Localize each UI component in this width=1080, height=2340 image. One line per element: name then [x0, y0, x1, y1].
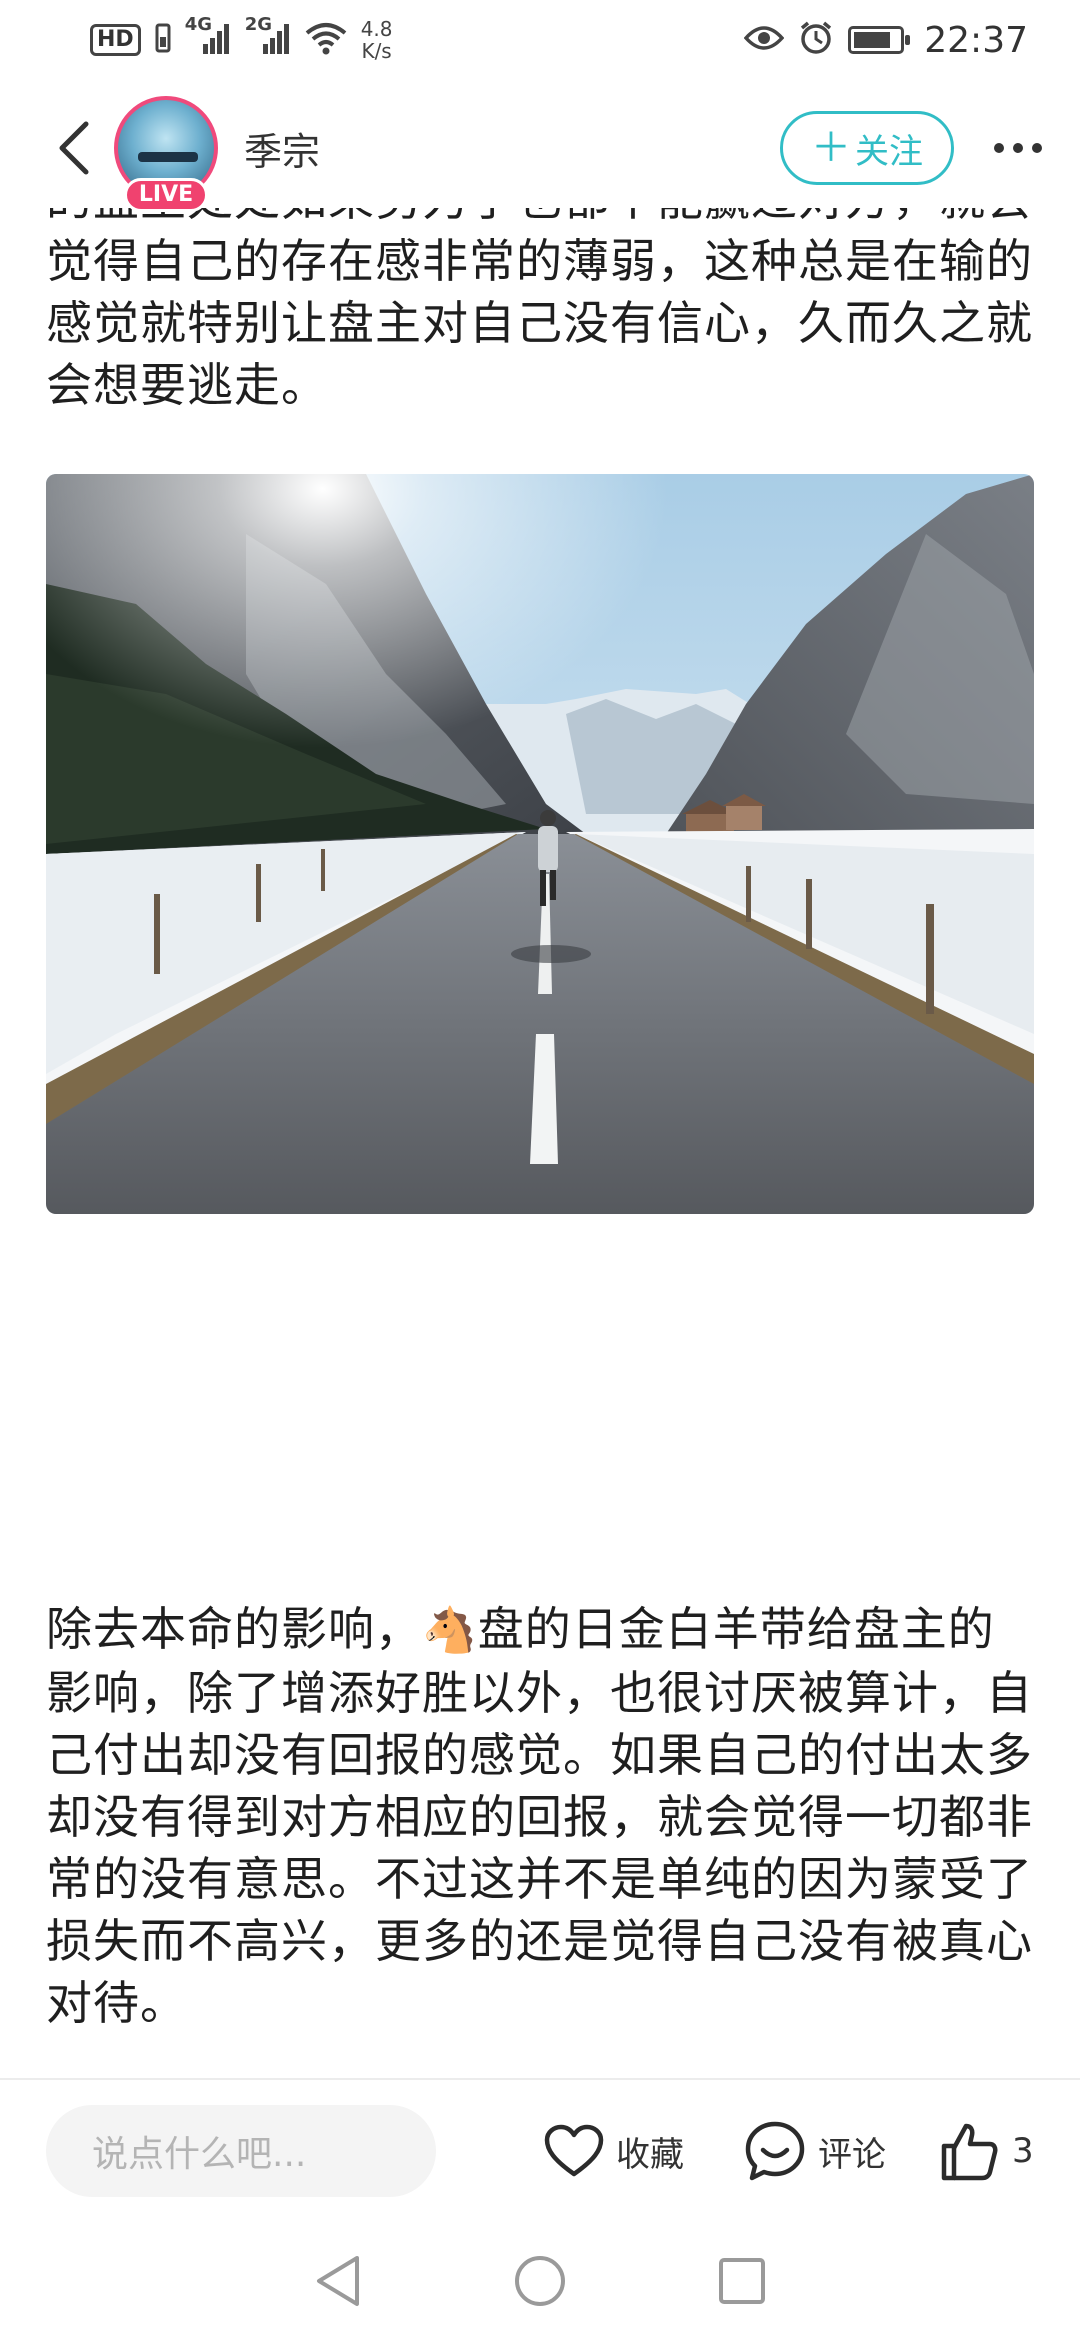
- heart-icon: [544, 2124, 604, 2177]
- sim2-label: 2G: [244, 14, 272, 35]
- comment-bubble-icon: [745, 2121, 805, 2181]
- battery-icon: [848, 26, 911, 54]
- author-avatar[interactable]: LIVE: [114, 96, 218, 212]
- signal-4g-icon: 4G: [185, 16, 231, 60]
- clock: 22:37: [924, 19, 1028, 61]
- follow-button[interactable]: ＋ 关注: [780, 111, 954, 185]
- chevron-left-icon: [59, 121, 89, 175]
- nav-home-icon[interactable]: [513, 2254, 567, 2308]
- net-speed-value: 4.8: [360, 17, 393, 41]
- follow-label: 关注: [855, 131, 923, 172]
- like-count: 3: [1012, 2131, 1034, 2171]
- thumbs-up-icon: [941, 2123, 998, 2181]
- alarm-icon: [798, 20, 834, 60]
- status-right: 22:37: [743, 19, 1028, 61]
- plus-icon: ＋: [811, 125, 851, 171]
- system-nav-bar: [0, 2222, 1080, 2340]
- nav-recents-icon[interactable]: [717, 2256, 767, 2306]
- paragraph-bottom-rest: 盘的日金白羊带给盘主的影响，除了增添好胜以外，也很讨厌被算计，自己付出却没有回报…: [46, 1602, 1033, 2030]
- author-name[interactable]: 季宗: [244, 121, 780, 176]
- wifi-icon: [305, 21, 347, 59]
- live-badge: LIVE: [124, 178, 208, 212]
- post-header: LIVE 季宗 ＋ 关注: [0, 88, 1080, 212]
- status-bar: HD 4G 2G 4.8 K/s 22:37: [0, 0, 1080, 80]
- more-options-button[interactable]: [978, 118, 1058, 178]
- article-paragraph-top: 的盘主处处如果努力了也都不能赢过对方，就会觉得自己的存在感非常的薄弱，这种总是在…: [46, 208, 1033, 412]
- back-button[interactable]: [34, 108, 114, 188]
- nav-back-icon[interactable]: [313, 2254, 363, 2308]
- signal-2g-icon: 2G: [245, 16, 291, 60]
- favorite-label: 收藏: [616, 2134, 684, 2175]
- more-dots-icon: [994, 143, 1004, 153]
- bottom-action-bar: 说点什么吧... 收藏 评论 3: [0, 2078, 1080, 2222]
- favorite-button[interactable]: 收藏: [544, 2124, 684, 2178]
- horse-emoji-icon: 🐴: [422, 1605, 478, 1656]
- landscape-photo-road-mountains: [46, 474, 1034, 1214]
- comment-label: 评论: [818, 2134, 886, 2175]
- paragraph-bottom-start: 除去本命的影响，: [46, 1602, 422, 1656]
- sim-card-icon: [155, 23, 171, 57]
- status-left: HD 4G 2G 4.8 K/s: [90, 16, 393, 62]
- hd-badge: HD: [90, 24, 141, 56]
- comment-input[interactable]: 说点什么吧...: [46, 2105, 436, 2197]
- comment-button[interactable]: 评论: [744, 2120, 886, 2182]
- net-speed: 4.8 K/s: [361, 18, 393, 62]
- sim1-label: 4G: [184, 14, 212, 35]
- article-photo[interactable]: [46, 474, 1034, 1214]
- like-button[interactable]: 3: [938, 2120, 1034, 2182]
- net-speed-unit: K/s: [361, 39, 392, 63]
- article-content[interactable]: 的盘主处处如果努力了也都不能赢过对方，就会觉得自己的存在感非常的薄弱，这种总是在…: [0, 208, 1080, 2078]
- eye-icon: [743, 24, 785, 56]
- article-paragraph-bottom: 除去本命的影响，🐴盘的日金白羊带给盘主的影响，除了增添好胜以外，也很讨厌被算计，…: [46, 1598, 1036, 2034]
